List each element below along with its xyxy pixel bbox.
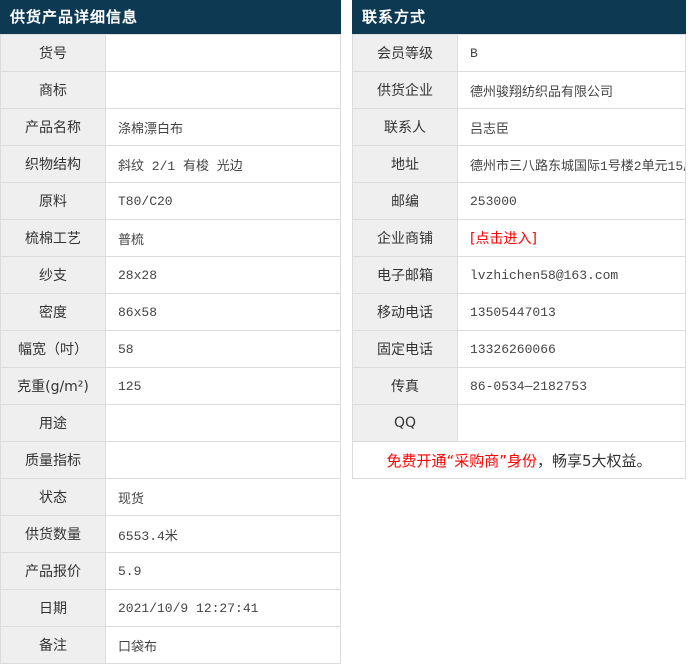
row-value: 斜纹 2/1 有梭 光边 bbox=[106, 146, 341, 183]
row-value: 86-0534—2182753 bbox=[458, 368, 686, 405]
row-label: 固定电话 bbox=[353, 331, 458, 368]
table-row: 密度86x58 bbox=[1, 294, 341, 331]
table-row: 梳棉工艺普梳 bbox=[1, 220, 341, 257]
row-label: 纱支 bbox=[1, 257, 106, 294]
row-label: 传真 bbox=[353, 368, 458, 405]
row-value: 86x58 bbox=[106, 294, 341, 331]
promo-footer-cell: 免费开通“采购商”身份，畅享5大权益。 bbox=[353, 442, 686, 479]
table-row: 企业商铺 [点击进入] bbox=[353, 220, 686, 257]
row-label: 货号 bbox=[1, 35, 106, 72]
table-row: 货号 bbox=[1, 35, 341, 72]
row-value: 普梳 bbox=[106, 220, 341, 257]
promo-footer-row: 免费开通“采购商”身份，畅享5大权益。 bbox=[353, 442, 686, 479]
row-value: 28x28 bbox=[106, 257, 341, 294]
row-value: 德州市三八路东城国际1号楼2单元15层 bbox=[458, 146, 686, 183]
row-label: 原料 bbox=[1, 183, 106, 220]
row-value: 13505447013 bbox=[458, 294, 686, 331]
row-value: 253000 bbox=[458, 183, 686, 220]
table-row: 传真86-0534—2182753 bbox=[353, 368, 686, 405]
table-row: 邮编253000 bbox=[353, 183, 686, 220]
row-value: 58 bbox=[106, 331, 341, 368]
product-detail-panel: 供货产品详细信息 货号商标产品名称涤棉漂白布织物结构斜纹 2/1 有梭 光边原料… bbox=[0, 0, 341, 664]
row-value bbox=[106, 405, 341, 442]
row-label: 商标 bbox=[1, 72, 106, 109]
row-label: QQ bbox=[353, 405, 458, 442]
row-label: 企业商铺 bbox=[353, 220, 458, 257]
table-row: 移动电话13505447013 bbox=[353, 294, 686, 331]
table-row: 日期2021/10/9 12:27:41 bbox=[1, 590, 341, 627]
row-label: 产品名称 bbox=[1, 109, 106, 146]
row-value bbox=[106, 35, 341, 72]
row-value: 13326260066 bbox=[458, 331, 686, 368]
product-detail-header: 供货产品详细信息 bbox=[0, 0, 341, 34]
row-label: 供货企业 bbox=[353, 72, 458, 109]
row-label: 邮编 bbox=[353, 183, 458, 220]
promo-footer-text: ，畅享5大权益。 bbox=[537, 452, 652, 470]
row-label: 梳棉工艺 bbox=[1, 220, 106, 257]
table-row: 商标 bbox=[1, 72, 341, 109]
table-row: 联系人吕志臣 bbox=[353, 109, 686, 146]
table-row: 克重(g/m²)125 bbox=[1, 368, 341, 405]
row-value: 德州骏翔纺织品有限公司 bbox=[458, 72, 686, 109]
row-label: 产品报价 bbox=[1, 553, 106, 590]
row-value: 5.9 bbox=[106, 553, 341, 590]
row-label: 用途 bbox=[1, 405, 106, 442]
row-label: 织物结构 bbox=[1, 146, 106, 183]
row-value: 125 bbox=[106, 368, 341, 405]
row-label: 密度 bbox=[1, 294, 106, 331]
table-row: 幅宽（吋）58 bbox=[1, 331, 341, 368]
row-label: 日期 bbox=[1, 590, 106, 627]
shop-enter-link[interactable]: [点击进入] bbox=[470, 231, 537, 247]
table-row: 固定电话13326260066 bbox=[353, 331, 686, 368]
row-label: 质量指标 bbox=[1, 442, 106, 479]
row-label: 克重(g/m²) bbox=[1, 368, 106, 405]
table-row: 会员等级B bbox=[353, 35, 686, 72]
row-value: lvzhichen58@163.com bbox=[458, 257, 686, 294]
page: 供货产品详细信息 货号商标产品名称涤棉漂白布织物结构斜纹 2/1 有梭 光边原料… bbox=[0, 0, 698, 664]
contact-table: 会员等级B供货企业德州骏翔纺织品有限公司联系人吕志臣地址德州市三八路东城国际1号… bbox=[352, 34, 686, 479]
contact-header: 联系方式 bbox=[352, 0, 686, 34]
table-row: 产品报价5.9 bbox=[1, 553, 341, 590]
row-label: 地址 bbox=[353, 146, 458, 183]
row-value bbox=[106, 72, 341, 109]
buyer-signup-link[interactable]: 免费开通“采购商”身份 bbox=[386, 452, 537, 470]
row-label: 移动电话 bbox=[353, 294, 458, 331]
row-value: T80/C20 bbox=[106, 183, 341, 220]
table-row: 地址德州市三八路东城国际1号楼2单元15层 bbox=[353, 146, 686, 183]
table-row: 产品名称涤棉漂白布 bbox=[1, 109, 341, 146]
table-row: 用途 bbox=[1, 405, 341, 442]
row-value: 2021/10/9 12:27:41 bbox=[106, 590, 341, 627]
product-detail-table: 货号商标产品名称涤棉漂白布织物结构斜纹 2/1 有梭 光边原料T80/C20梳棉… bbox=[0, 34, 341, 664]
table-row: 电子邮箱lvzhichen58@163.com bbox=[353, 257, 686, 294]
table-row: 备注口袋布 bbox=[1, 627, 341, 664]
row-value: 6553.4米 bbox=[106, 516, 341, 553]
table-row: 供货数量6553.4米 bbox=[1, 516, 341, 553]
table-row: 原料T80/C20 bbox=[1, 183, 341, 220]
table-row: 纱支28x28 bbox=[1, 257, 341, 294]
row-value: 涤棉漂白布 bbox=[106, 109, 341, 146]
table-row: 织物结构斜纹 2/1 有梭 光边 bbox=[1, 146, 341, 183]
row-label: 供货数量 bbox=[1, 516, 106, 553]
row-label: 联系人 bbox=[353, 109, 458, 146]
row-value: 现货 bbox=[106, 479, 341, 516]
row-label: 幅宽（吋） bbox=[1, 331, 106, 368]
row-value: 吕志臣 bbox=[458, 109, 686, 146]
table-row: 供货企业德州骏翔纺织品有限公司 bbox=[353, 72, 686, 109]
table-row: 状态现货 bbox=[1, 479, 341, 516]
contact-panel: 联系方式 会员等级B供货企业德州骏翔纺织品有限公司联系人吕志臣地址德州市三八路东… bbox=[352, 0, 686, 479]
row-label: 备注 bbox=[1, 627, 106, 664]
row-value bbox=[458, 405, 686, 442]
table-row: 质量指标 bbox=[1, 442, 341, 479]
row-value bbox=[106, 442, 341, 479]
row-label: 电子邮箱 bbox=[353, 257, 458, 294]
row-label: 会员等级 bbox=[353, 35, 458, 72]
row-value: [点击进入] bbox=[458, 220, 686, 257]
row-label: 状态 bbox=[1, 479, 106, 516]
row-value: 口袋布 bbox=[106, 627, 341, 664]
table-row: QQ bbox=[353, 405, 686, 442]
row-value: B bbox=[458, 35, 686, 72]
